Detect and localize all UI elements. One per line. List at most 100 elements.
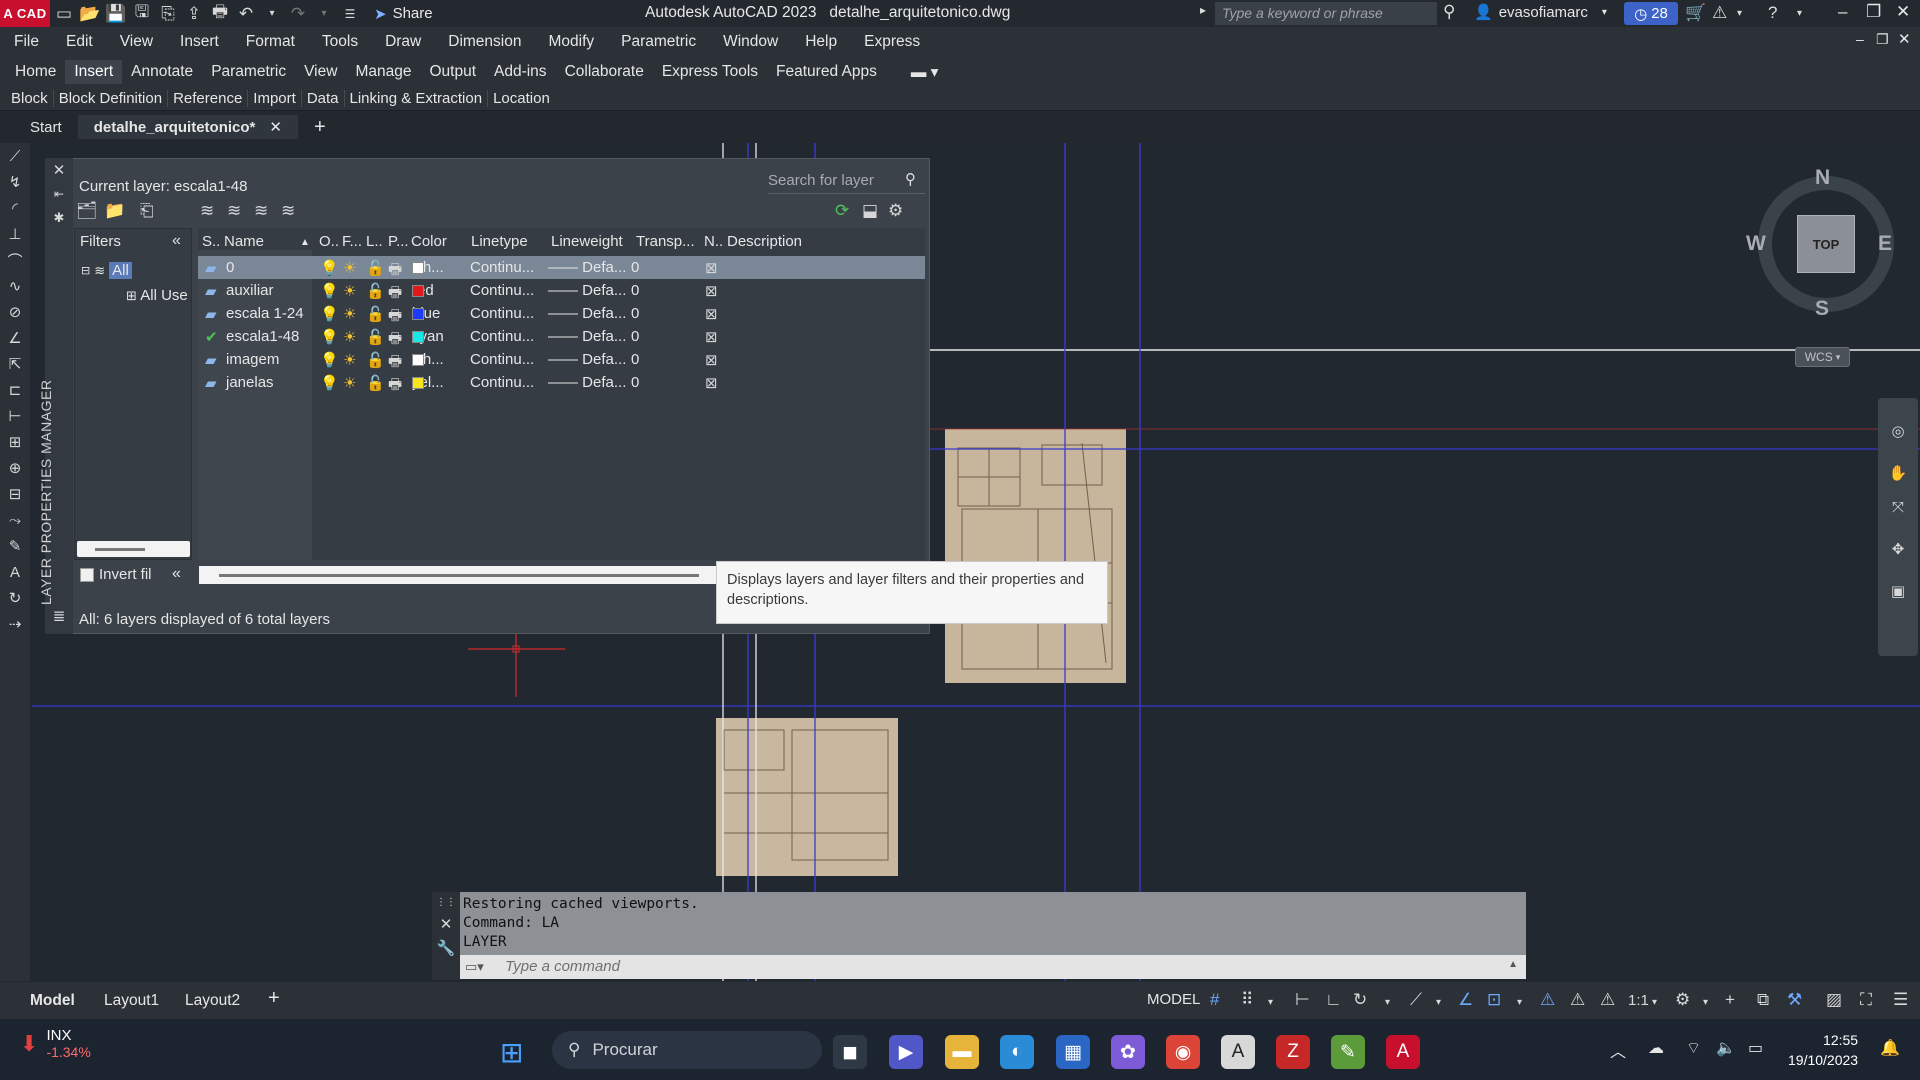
new-file-icon[interactable]: ▭ <box>52 3 76 25</box>
object-snap-tracking-icon[interactable]: ∠ <box>1458 990 1473 1010</box>
scale-dropdown-icon[interactable]: ▾ <box>1652 997 1657 1008</box>
layer-color[interactable]: blue <box>412 305 440 322</box>
panel-reference[interactable]: Reference <box>168 90 249 107</box>
edge-icon[interactable]: ◐ <box>1000 1035 1034 1069</box>
ribbon-tab-annotate[interactable]: Annotate <box>122 60 202 84</box>
layer-lineweight[interactable]: —— Defa... <box>548 351 626 368</box>
layer-transparency-icon[interactable]: ⬓ <box>862 201 878 221</box>
layer-linetype[interactable]: Continu... <box>470 328 534 345</box>
ribbon-tab-insert[interactable]: Insert <box>65 60 123 84</box>
layout-tab-layout1[interactable]: Layout1 <box>104 992 159 1010</box>
edit-dim-icon[interactable]: ✎ <box>0 533 30 559</box>
onedrive-icon[interactable]: ☁ <box>1648 1038 1664 1058</box>
panel-data[interactable]: Data <box>302 90 345 107</box>
menu-dimension[interactable]: Dimension <box>448 33 521 51</box>
ordinate-tool-icon[interactable]: ⇱ <box>0 351 30 377</box>
user-account[interactable]: 👤 evasofiamarc ▾ <box>1474 3 1607 22</box>
ribbon-tab-addins[interactable]: Add-ins <box>485 60 556 84</box>
layer-vp-freeze-icon[interactable]: ⊠ <box>705 351 718 369</box>
col-linetype[interactable]: Linetype <box>471 233 528 250</box>
annotation-visibility-icon[interactable]: ⚠ <box>1540 990 1555 1010</box>
new-layer-vp-frozen-icon[interactable]: ≋ <box>227 201 241 221</box>
auto-scale-icon[interactable]: ⚠ <box>1570 990 1585 1010</box>
layer-status-icon[interactable]: ▰ <box>205 282 217 300</box>
quick-properties-icon[interactable]: ⚒ <box>1787 990 1802 1010</box>
layer-lock-icon[interactable]: 🔓 <box>366 328 385 346</box>
filezilla-icon[interactable]: Z <box>1276 1035 1310 1069</box>
layer-lineweight[interactable]: —— Defa... <box>548 374 626 391</box>
palette-properties-icon[interactable]: ✱ <box>45 206 73 230</box>
invert-filter-option[interactable]: Invert fil <box>80 566 152 583</box>
layer-vp-freeze-icon[interactable]: ⊠ <box>705 305 718 323</box>
command-customize-icon[interactable]: 🔧 <box>432 936 460 960</box>
menu-format[interactable]: Format <box>246 33 295 51</box>
isodraft-icon[interactable]: ⟋ <box>1410 990 1422 1010</box>
command-input[interactable]: Type a command ▲ <box>460 955 1526 979</box>
restore-icon[interactable]: ❐ <box>1866 2 1881 22</box>
layer-freeze-icon[interactable]: ☀ <box>343 305 356 323</box>
compass-south[interactable]: S <box>1815 297 1829 321</box>
search-expand-icon[interactable]: ▸ <box>1200 3 1206 17</box>
layer-row[interactable]: ▰ imagem 💡 ☀ 🔓 🖶 0 ⊠ wh... Continu... —— Defa... <box>198 348 925 371</box>
panel-block[interactable]: Block <box>6 90 54 107</box>
layer-freeze-icon[interactable]: ☀ <box>343 374 356 392</box>
doc-restore-icon[interactable]: ❐ <box>1876 31 1889 48</box>
filter-tree-all[interactable]: ⊟ ≋ All <box>81 262 132 279</box>
col-lock[interactable]: L.. <box>366 233 383 250</box>
center-mark-icon[interactable]: ⊕ <box>0 455 30 481</box>
layer-color[interactable]: wh... <box>412 351 444 368</box>
command-history-toggle-icon[interactable]: ▲ <box>1508 959 1518 970</box>
new-property-filter-icon[interactable]: 🗂 <box>76 201 98 221</box>
ribbon-minimize-toggle[interactable]: ▬ ▾ <box>902 60 948 85</box>
layer-status-icon[interactable]: ▰ <box>205 259 217 277</box>
new-group-filter-icon[interactable]: 📁 <box>104 201 125 221</box>
subscription-badge[interactable]: ◷ 28 <box>1624 2 1678 25</box>
collapse-filters-icon[interactable]: « <box>172 232 181 250</box>
layer-on-icon[interactable]: 💡 <box>320 351 339 369</box>
menu-modify[interactable]: Modify <box>548 33 594 51</box>
new-tab-button[interactable]: + <box>298 113 342 142</box>
battery-icon[interactable]: ▭ <box>1748 1038 1763 1058</box>
menu-edit[interactable]: Edit <box>66 33 93 51</box>
autocad-taskbar-icon[interactable]: A <box>1386 1035 1420 1069</box>
polyline-tool-icon[interactable]: ↯ <box>0 169 30 195</box>
col-transparency[interactable]: Transp... <box>636 233 695 250</box>
layer-color[interactable]: wh... <box>412 259 444 276</box>
menu-file[interactable]: File <box>14 33 39 51</box>
grip-icon[interactable]: ⋮⋮ <box>432 892 460 912</box>
copilot-icon[interactable]: ✿ <box>1111 1035 1145 1069</box>
status-customize-icon[interactable]: ☰ <box>1893 990 1908 1010</box>
menu-draw[interactable]: Draw <box>385 33 421 51</box>
object-snap-icon[interactable]: ⊡ <box>1487 990 1501 1010</box>
ribbon-tab-express-tools[interactable]: Express Tools <box>653 60 767 84</box>
infer-constraints-icon[interactable]: ⊢ <box>1295 990 1310 1010</box>
add-layout-button[interactable]: + <box>268 987 280 1010</box>
layer-status-icon[interactable]: ✔ <box>205 328 218 346</box>
model-space-button[interactable]: MODEL <box>1147 991 1200 1008</box>
col-plot[interactable]: P... <box>388 233 409 250</box>
menu-help[interactable]: Help <box>805 33 837 51</box>
pan-icon[interactable]: ✋ <box>1883 460 1913 486</box>
layer-search-icon[interactable]: ⚲ <box>905 170 916 188</box>
teams-icon[interactable]: ▶ <box>889 1035 923 1069</box>
ribbon-tab-view[interactable]: View <box>295 60 346 84</box>
new-layer-icon[interactable]: ≋ <box>200 201 214 221</box>
baseline-tool-icon[interactable]: ⊏ <box>0 377 30 403</box>
command-window-handle[interactable]: ⋮⋮ ✕ 🔧 <box>432 892 460 980</box>
layer-on-icon[interactable]: 💡 <box>320 305 339 323</box>
spline-tool-icon[interactable]: ∿ <box>0 273 30 299</box>
viewcube-top-face[interactable]: TOP <box>1797 215 1855 273</box>
menu-insert[interactable]: Insert <box>180 33 219 51</box>
annotation-monitor-icon[interactable]: + <box>1725 990 1735 1010</box>
stock-widget[interactable]: ⬇ INX -1.34% <box>20 1027 91 1060</box>
layer-linetype[interactable]: Continu... <box>470 282 534 299</box>
open-file-icon[interactable]: 📂 <box>78 3 102 25</box>
invert-filter-checkbox[interactable] <box>80 567 94 582</box>
layer-row[interactable]: ▰ 0 💡 ☀ 🔓 🖶 0 ⊠ wh... Continu... —— Defa... <box>198 256 925 279</box>
inspect-tool-icon[interactable]: ⊟ <box>0 481 30 507</box>
ortho-icon[interactable]: ∟ <box>1325 990 1342 1010</box>
layer-settings-icon[interactable]: ⚙ <box>888 201 903 221</box>
notifications-icon[interactable]: 🔔 <box>1880 1038 1900 1058</box>
file-tab-start[interactable]: Start <box>14 116 78 139</box>
filters-scrollbar[interactable] <box>77 541 190 557</box>
